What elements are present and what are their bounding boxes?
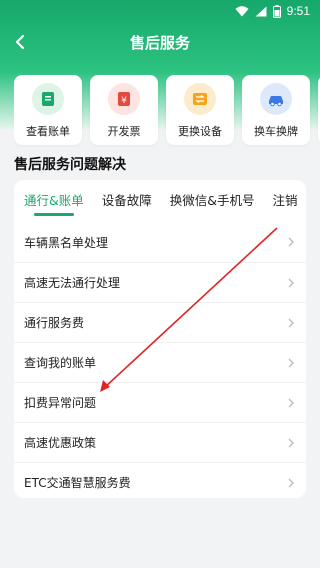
chevron-right-icon bbox=[288, 358, 294, 367]
chevron-right-icon bbox=[288, 398, 294, 407]
quick-action-label: 查看账单 bbox=[26, 125, 70, 138]
quick-action-label: 换车换牌 bbox=[254, 125, 298, 138]
tab-device-fault[interactable]: 设备故障 bbox=[102, 180, 152, 222]
list-item-label: 查询我的账单 bbox=[24, 356, 97, 370]
list-item-label: 通行服务费 bbox=[24, 316, 85, 330]
chevron-right-icon bbox=[288, 318, 294, 327]
list-item[interactable]: 高速优惠政策 bbox=[14, 422, 306, 462]
section-title: 售后服务问题解决 bbox=[14, 157, 126, 173]
page-title: 售后服务 bbox=[129, 34, 190, 52]
chevron-right-icon bbox=[288, 278, 294, 287]
faq-list: 车辆黑名单处理 高速无法通行处理 通行服务费 查询我的账单 扣费异常问题 高速优… bbox=[14, 222, 306, 498]
list-item[interactable]: ETC交通智慧服务费 bbox=[14, 462, 306, 498]
chevron-right-icon bbox=[288, 237, 294, 247]
list-item-label: 扣费异常问题 bbox=[24, 396, 97, 410]
battery-icon bbox=[272, 4, 281, 18]
status-bar: 9:51 bbox=[0, 0, 320, 22]
tab-traffic-bill[interactable]: 通行&账单 bbox=[24, 180, 84, 222]
status-time: 9:51 bbox=[286, 4, 310, 18]
quick-action-view-bill[interactable]: 查看账单 bbox=[14, 75, 82, 145]
list-item[interactable]: 通行服务费 bbox=[14, 302, 306, 342]
tab-bar: 通行&账单 设备故障 换微信&手机号 注销 bbox=[14, 180, 306, 222]
list-item[interactable]: 高速无法通行处理 bbox=[14, 262, 306, 302]
tab-change-wechat-phone[interactable]: 换微信&手机号 bbox=[170, 180, 255, 222]
device-swap-icon bbox=[184, 83, 216, 115]
car-icon bbox=[260, 83, 292, 115]
list-item[interactable]: 查询我的账单 bbox=[14, 342, 306, 382]
quick-action-invoice[interactable]: ¥ 开发票 bbox=[90, 75, 158, 145]
list-item-label: 车辆黑名单处理 bbox=[24, 235, 109, 250]
invoice-icon: ¥ bbox=[108, 83, 140, 115]
svg-text:¥: ¥ bbox=[121, 96, 127, 106]
quick-action-label: 开发票 bbox=[107, 125, 141, 138]
list-item[interactable]: 扣费异常问题 bbox=[14, 382, 306, 422]
bill-icon bbox=[32, 83, 64, 115]
quick-actions: 查看账单 ¥ 开发票 更换设备 换车换牌 bbox=[14, 75, 320, 147]
nav-bar: 售后服务 bbox=[0, 22, 320, 62]
list-item-label: 高速优惠政策 bbox=[24, 436, 97, 450]
list-item-label: 高速无法通行处理 bbox=[24, 276, 121, 290]
signal-icon bbox=[255, 6, 267, 16]
faq-panel: 通行&账单 设备故障 换微信&手机号 注销 车辆黑名单处理 高速无法通行处理 通… bbox=[14, 180, 306, 498]
tab-cancel[interactable]: 注销 bbox=[273, 180, 298, 222]
quick-action-change-car[interactable]: 换车换牌 bbox=[242, 75, 310, 145]
wifi-icon bbox=[235, 5, 249, 16]
chevron-right-icon bbox=[288, 478, 294, 487]
quick-action-change-device[interactable]: 更换设备 bbox=[166, 75, 234, 145]
quick-action-label: 更换设备 bbox=[178, 125, 222, 138]
list-item-label: ETC交通智慧服务费 bbox=[24, 476, 131, 490]
list-item[interactable]: 车辆黑名单处理 bbox=[14, 222, 306, 262]
chevron-right-icon bbox=[288, 438, 294, 447]
